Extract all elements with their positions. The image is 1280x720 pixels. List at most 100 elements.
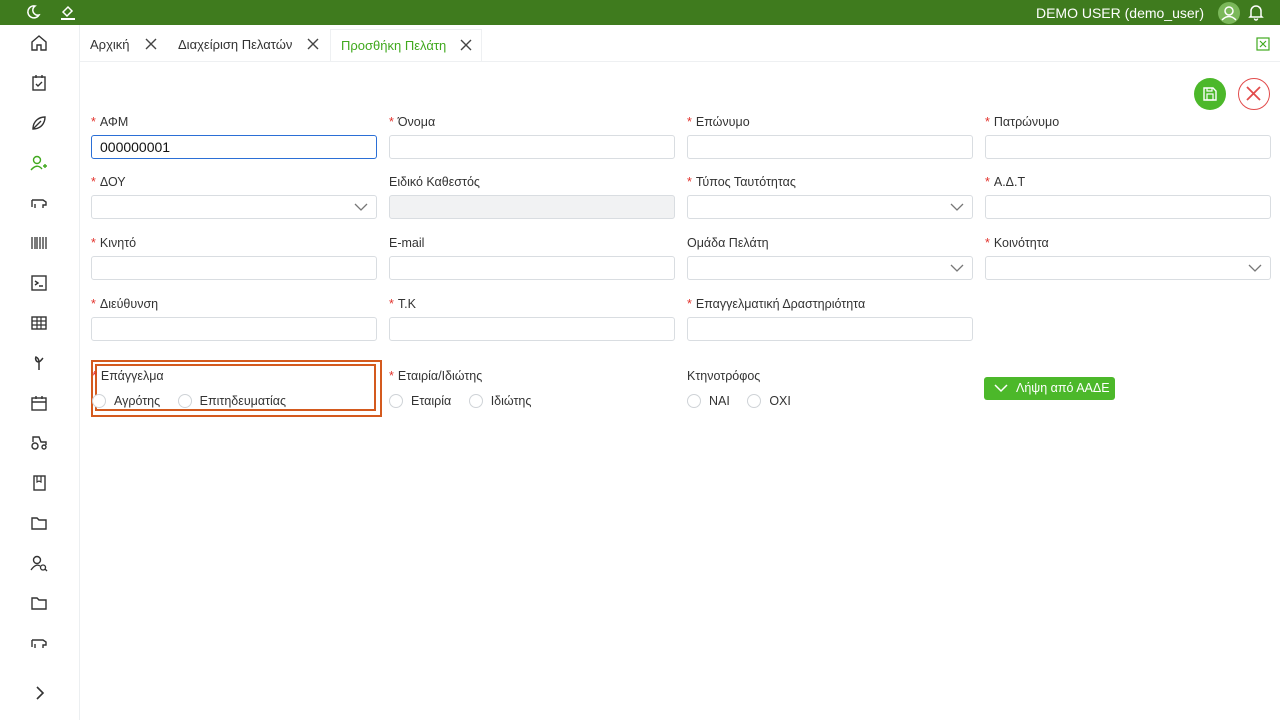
tractor-icon (31, 436, 47, 450)
community-label: Κοινότητα (993, 236, 1049, 250)
name-label: Όνομα (397, 115, 436, 129)
avatar[interactable] (1218, 2, 1240, 24)
address-field: * Διεύθυνση (91, 297, 377, 341)
tab-bar: Αρχική Διαχείριση Πελατών Προσθήκη Πελάτ… (80, 25, 1280, 62)
special-status-input (389, 195, 675, 219)
customer-group-label: Ομάδα Πελάτη (687, 236, 769, 250)
tab-home[interactable]: Αρχική (80, 29, 162, 61)
professional-radio-label[interactable]: Επιτηδευματίας (200, 394, 286, 408)
sidebar-item-livestock-2[interactable] (29, 633, 49, 653)
business-activity-label: Επαγγελματική Δραστηριότητα (695, 297, 866, 311)
mobile-field: * Κινητό (91, 236, 377, 280)
name-field: * Όνομα (389, 115, 675, 159)
plant-icon (34, 355, 44, 370)
chevron-right-icon (36, 686, 45, 700)
email-label: E-mail (389, 236, 425, 250)
sidebar-expand-button[interactable] (30, 683, 50, 703)
home-icon (31, 35, 47, 51)
id-type-field: * Τύπος Ταυτότητας (687, 175, 973, 219)
individual-radio-label[interactable]: Ιδιώτης (491, 394, 532, 408)
business-activity-input[interactable] (687, 317, 973, 341)
chevron-down-icon (950, 264, 964, 272)
bell-icon[interactable] (1248, 3, 1264, 21)
surname-input[interactable] (687, 135, 973, 159)
doy-label: ΔΟΥ (99, 175, 126, 189)
user-label[interactable]: DEMO USER (demo_user) (1036, 5, 1204, 21)
company-radio[interactable] (389, 393, 403, 408)
adt-field: * Α.Δ.Τ (985, 175, 1271, 219)
company-individual-radio-group: Εταιρία Ιδιώτης (389, 393, 545, 408)
community-select[interactable] (985, 256, 1271, 280)
yes-radio-label[interactable]: ΝΑΙ (709, 394, 730, 408)
user-avatar-icon (1221, 6, 1237, 21)
sidebar-item-folder[interactable] (29, 513, 49, 533)
postal-code-input[interactable] (389, 317, 675, 341)
sidebar-item-crops[interactable] (29, 113, 49, 133)
sidebar-item-calendar[interactable] (29, 393, 49, 413)
yes-radio[interactable] (687, 393, 701, 408)
livestock-farmer-field: Κτηνοτρόφος ΝΑΙ ΟΧΙ (687, 369, 973, 408)
sidebar-item-terminal[interactable] (29, 273, 49, 293)
sidebar-item-home[interactable] (29, 33, 49, 53)
mobile-input[interactable] (91, 256, 377, 280)
afm-label: ΑΦΜ (99, 115, 129, 129)
cancel-button[interactable] (1238, 78, 1270, 110)
adt-input[interactable] (985, 195, 1271, 219)
close-icon[interactable] (144, 37, 158, 51)
theme-icon[interactable] (59, 3, 77, 21)
cow-icon (31, 639, 47, 648)
no-radio-label[interactable]: ΟΧΙ (769, 394, 791, 408)
calendar-icon (31, 396, 47, 411)
tab-add-customer[interactable]: Προσθήκη Πελάτη (330, 29, 482, 61)
sidebar-item-livestock[interactable] (29, 193, 49, 213)
tab-label: Προσθήκη Πελάτη (341, 38, 447, 53)
profession-field: * Επάγγελμα Αγρότης Επιτηδευματίας (92, 369, 378, 408)
excel-icon[interactable] (1256, 37, 1270, 51)
fetch-from-aade-button[interactable]: Λήψη από ΑΑΔΕ (984, 377, 1115, 400)
customer-group-select[interactable] (687, 256, 973, 280)
sidebar-item-user-search[interactable] (29, 553, 49, 573)
special-status-field: Ειδικό Καθεστός (389, 175, 675, 219)
address-input[interactable] (91, 317, 377, 341)
chevron-down-icon (994, 384, 1008, 393)
patronymic-input[interactable] (985, 135, 1271, 159)
farmer-radio[interactable] (92, 393, 106, 408)
close-icon (1246, 86, 1261, 101)
sidebar-item-folder-2[interactable] (29, 593, 49, 613)
user-add-icon (30, 155, 47, 171)
sidebar-item-calendar-check[interactable] (29, 73, 49, 93)
chevron-down-icon (354, 203, 368, 211)
postal-code-field: * Τ.Κ (389, 297, 675, 341)
surname-field: * Επώνυμο (687, 115, 973, 159)
sidebar-item-table[interactable] (29, 313, 49, 333)
close-icon[interactable] (459, 38, 473, 52)
patronymic-field: * Πατρώνυμο (985, 115, 1271, 159)
tab-label: Διαχείριση Πελατών (178, 37, 293, 52)
no-radio[interactable] (747, 393, 762, 408)
sidebar-item-barcode[interactable] (29, 233, 49, 253)
name-input[interactable] (389, 135, 675, 159)
afm-input[interactable]: 000000001 (91, 135, 377, 159)
save-icon (1203, 87, 1217, 101)
individual-radio[interactable] (468, 393, 483, 408)
terminal-icon (31, 275, 47, 291)
farmer-radio-label[interactable]: Αγρότης (114, 394, 160, 408)
close-icon[interactable] (306, 37, 320, 51)
livestock-farmer-label: Κτηνοτρόφος (687, 369, 761, 383)
tab-customer-management[interactable]: Διαχείριση Πελατών (168, 29, 328, 61)
id-type-select[interactable] (687, 195, 973, 219)
sidebar-item-book[interactable] (29, 473, 49, 493)
company-radio-label[interactable]: Εταιρία (411, 394, 451, 408)
livestock-farmer-radio-group: ΝΑΙ ΟΧΙ (687, 393, 805, 408)
folder-icon (31, 597, 47, 610)
email-input[interactable] (389, 256, 675, 280)
sidebar-item-customers[interactable] (29, 153, 49, 173)
doy-select[interactable] (91, 195, 377, 219)
calendar-check-icon (32, 75, 46, 91)
email-field: E-mail (389, 236, 675, 280)
save-button[interactable] (1194, 78, 1226, 110)
professional-radio[interactable] (177, 393, 192, 408)
sidebar-item-tractor[interactable] (29, 433, 49, 453)
sidebar-item-plant[interactable] (29, 353, 49, 373)
dark-mode-icon[interactable] (24, 3, 42, 21)
